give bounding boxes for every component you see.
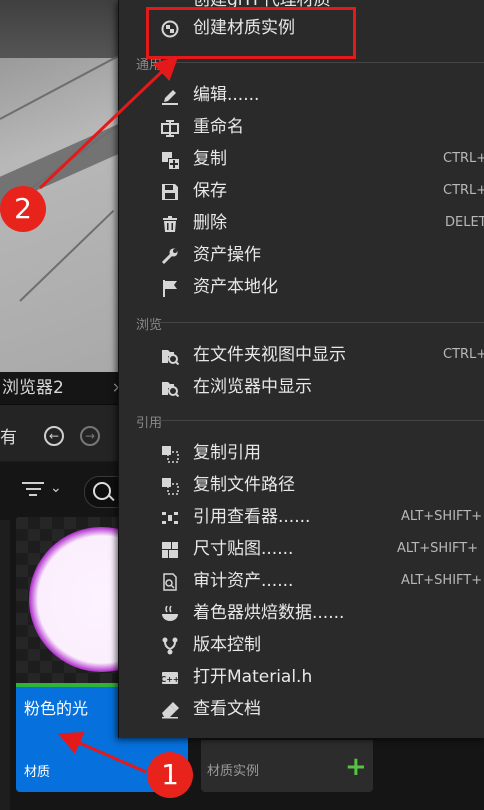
asset-name: 粉色的光	[24, 699, 89, 718]
pencil-icon	[161, 87, 179, 105]
eraser-doc-icon	[161, 701, 179, 719]
cpp-icon: C++	[160, 669, 180, 687]
menu-item-label: 版本控制	[193, 635, 261, 655]
duplicate-icon	[161, 151, 179, 169]
size-map-icon	[161, 541, 179, 559]
menu-item-copy-file-path[interactable]: 复制文件路径	[119, 469, 484, 501]
menu-divider	[159, 322, 484, 323]
menu-divider	[159, 420, 484, 421]
content-browser-toolbar: 有 ← →	[0, 405, 120, 461]
menu-item-label: 删除	[193, 213, 227, 233]
content-browser-tab[interactable]: 浏览器2	[0, 372, 64, 404]
context-menu: 创建glTF代理材质 创建材质实例 通用 编辑...... 重命名 复制 CTR…	[118, 0, 484, 738]
shortcut-text: ALT+SHIFT+	[397, 541, 479, 556]
save-icon	[161, 183, 179, 201]
menu-item-label: 复制文件路径	[193, 475, 295, 495]
search-icon	[93, 482, 111, 500]
menu-item-label: 在文件夹视图中显示	[193, 345, 346, 365]
copy-path-icon	[161, 477, 179, 495]
menu-item-save[interactable]: 保存 CTRL+	[119, 175, 484, 207]
menu-item-audit-assets[interactable]: 审计资产...... ALT+SHIFT+	[119, 565, 484, 597]
add-plus-icon: +	[345, 752, 367, 782]
menu-item-label: 打开Material.h	[193, 667, 313, 687]
content-browser-tabbar: 浏览器2 ×	[0, 372, 124, 405]
shader-bowl-icon	[161, 605, 179, 623]
menu-item-open-header[interactable]: C++ 打开Material.h	[119, 661, 484, 693]
trash-icon	[161, 215, 179, 233]
menu-item-label: 重命名	[193, 117, 244, 137]
menu-item-label: 审计资产......	[193, 571, 294, 591]
section-reference-label: 引用	[136, 416, 163, 431]
viewport-wall	[0, 0, 120, 58]
menu-item-label: 资产操作	[193, 245, 261, 265]
menu-item-edit[interactable]: 编辑......	[119, 79, 484, 111]
menu-item-show-in-browser[interactable]: 在浏览器中显示	[119, 371, 484, 403]
menu-item-label: 在浏览器中显示	[193, 377, 312, 397]
shortcut-text: DELET	[445, 215, 484, 230]
menu-item-label: 保存	[193, 181, 227, 201]
menu-item-label: 引用查看器......	[193, 507, 311, 527]
menu-item-asset-localization[interactable]: 资产本地化	[119, 271, 484, 303]
chevron-down-icon[interactable]: ⌄	[50, 480, 62, 496]
wrench-icon	[161, 247, 179, 265]
back-arrow-icon[interactable]: ←	[44, 426, 64, 446]
shortcut-text: CTRL+	[443, 151, 484, 166]
menu-divider	[159, 62, 484, 63]
menu-item-view-documentation[interactable]: 查看文档	[119, 693, 484, 725]
menu-item-show-in-folder-view[interactable]: 在文件夹视图中显示 CTRL+	[119, 339, 484, 371]
copy-reference-icon	[161, 445, 179, 463]
menu-item-duplicate[interactable]: 复制 CTRL+	[119, 143, 484, 175]
menu-item-label: 复制引用	[193, 443, 261, 463]
menu-item-source-control[interactable]: 版本控制	[119, 629, 484, 661]
floor-line	[0, 52, 120, 120]
reference-viewer-icon	[161, 509, 179, 527]
shortcut-text: ALT+SHIFT+	[401, 509, 483, 524]
asset-type: 材质实例	[207, 764, 260, 779]
menu-item-size-map[interactable]: 尺寸贴图...... ALT+SHIFT+	[119, 533, 484, 565]
shortcut-text: CTRL+	[443, 347, 484, 362]
forward-arrow-icon[interactable]: →	[80, 426, 100, 446]
asset-type: 材质	[24, 765, 51, 780]
branch-icon	[161, 637, 179, 655]
svg-text:C++: C++	[161, 675, 179, 684]
menu-item-label: 查看文档	[193, 699, 261, 719]
menu-item-label: 尺寸贴图......	[193, 539, 294, 559]
menu-item-label: 复制	[193, 149, 227, 169]
asset-grid-gutter	[0, 520, 10, 810]
menu-item-delete[interactable]: 删除 DELET	[119, 207, 484, 239]
menu-item-asset-actions[interactable]: 资产操作	[119, 239, 484, 271]
folder-search-icon	[161, 347, 180, 366]
shortcut-text: ALT+SHIFT+	[401, 573, 483, 588]
annotation-marker-2: 2	[0, 186, 46, 232]
flag-icon	[161, 279, 179, 297]
content-browser-filterbar: ⌄	[0, 462, 126, 520]
menu-item-label: 着色器烘焙数据......	[193, 603, 345, 623]
filter-icon[interactable]	[22, 482, 44, 498]
toolbar-text: 有	[0, 428, 17, 448]
rename-icon	[161, 119, 179, 137]
menu-item-shader-cook-data[interactable]: 着色器烘焙数据......	[119, 597, 484, 629]
menu-item-label: 资产本地化	[193, 277, 278, 297]
menu-item-copy-reference[interactable]: 复制引用	[119, 437, 484, 469]
asset-tile-material-instance[interactable]: 材质实例 +	[201, 740, 373, 792]
shortcut-text: CTRL+	[443, 183, 484, 198]
menu-item-reference-viewer[interactable]: 引用查看器...... ALT+SHIFT+	[119, 501, 484, 533]
annotation-highlight-box	[146, 7, 356, 59]
section-browse-label: 浏览	[136, 318, 163, 333]
menu-item-label: 编辑......	[193, 85, 260, 105]
audit-icon	[161, 573, 179, 591]
menu-item-rename[interactable]: 重命名	[119, 111, 484, 143]
annotation-marker-1: 1	[147, 752, 193, 798]
folder-search-icon	[161, 379, 180, 398]
